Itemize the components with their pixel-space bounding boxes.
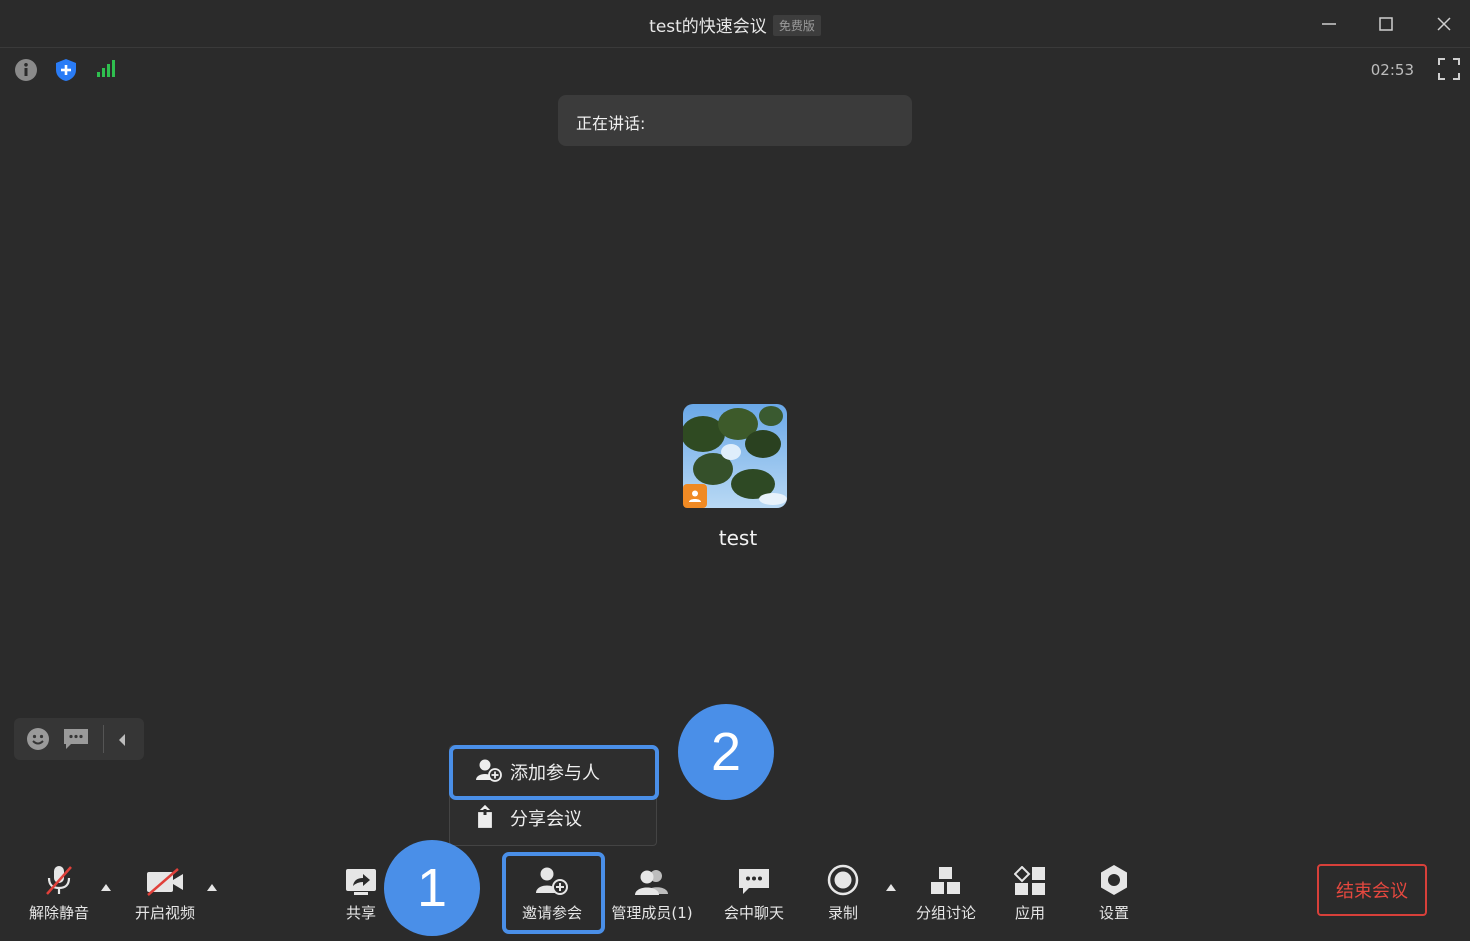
breakout-label: 分组讨论: [915, 904, 976, 922]
minimize-button[interactable]: [1317, 12, 1341, 36]
audio-options-caret[interactable]: [101, 884, 111, 891]
mic-muted-icon: [46, 866, 72, 895]
share-upload-icon: [476, 804, 502, 833]
info-icon[interactable]: [14, 58, 38, 86]
collapse-arrow-icon[interactable]: [117, 732, 127, 751]
host-badge: [683, 484, 707, 508]
unmute-label: 解除静音: [28, 904, 89, 922]
chat-bubble-icon[interactable]: [63, 728, 89, 754]
step-2-marker: 2: [678, 704, 774, 800]
meeting-timer: 02:53: [1370, 61, 1414, 79]
close-button[interactable]: [1432, 12, 1456, 36]
apps-icon: [1014, 866, 1045, 895]
end-meeting-button[interactable]: 结束会议: [1317, 864, 1427, 916]
members-icon: [635, 870, 668, 895]
share-meeting-label: 分享会议: [510, 809, 582, 830]
manage-members-label: 管理成员(1): [611, 904, 693, 922]
maximize-button[interactable]: [1374, 12, 1398, 36]
host-person-icon: [689, 490, 701, 502]
chat-button[interactable]: 会中聊天: [704, 862, 804, 926]
close-icon: [1437, 17, 1451, 31]
edition-badge: 免费版: [772, 15, 821, 36]
reaction-bar: [14, 718, 144, 760]
highlight-invite-button: [502, 852, 605, 934]
chat-icon: [739, 869, 769, 894]
chat-label: 会中聊天: [723, 904, 784, 922]
settings-gear-icon: [1101, 865, 1127, 895]
signal-strength-icon[interactable]: [96, 58, 116, 84]
divider: [103, 725, 104, 753]
unmute-button[interactable]: 解除静音: [9, 862, 109, 926]
maximize-icon: [1379, 17, 1393, 31]
fullscreen-button[interactable]: [1438, 58, 1460, 84]
video-options-caret[interactable]: [207, 884, 217, 891]
breakout-rooms-icon: [931, 867, 960, 894]
start-video-label: 开启视频: [134, 904, 195, 922]
record-options-caret[interactable]: [886, 884, 896, 891]
window-title: test的快速会议 免费版: [0, 12, 1470, 37]
meeting-title: test的快速会议: [649, 17, 767, 37]
settings-button[interactable]: 设置: [1064, 862, 1164, 926]
title-bar: test的快速会议 免费版: [0, 0, 1470, 48]
record-label: 录制: [827, 904, 858, 922]
highlight-add-participant: [449, 745, 659, 800]
participant-name: test: [718, 526, 758, 550]
share-screen-icon: [346, 869, 376, 895]
share-meeting-menu-item[interactable]: 分享会议: [450, 794, 656, 842]
minimize-icon: [1322, 23, 1336, 25]
emoji-icon[interactable]: [26, 727, 50, 755]
apps-label: 应用: [1014, 904, 1045, 922]
settings-label: 设置: [1098, 904, 1129, 922]
manage-members-button[interactable]: 管理成员(1): [602, 862, 702, 926]
record-icon: [827, 864, 859, 896]
step-1-marker: 1: [384, 840, 480, 936]
camera-off-icon: [147, 868, 183, 896]
speaking-indicator: 正在讲话:: [558, 95, 912, 146]
fullscreen-icon: [1438, 58, 1460, 80]
record-button[interactable]: 录制: [793, 862, 893, 926]
security-shield-icon[interactable]: [55, 58, 77, 86]
share-label: 共享: [345, 904, 376, 922]
start-video-button[interactable]: 开启视频: [115, 862, 215, 926]
